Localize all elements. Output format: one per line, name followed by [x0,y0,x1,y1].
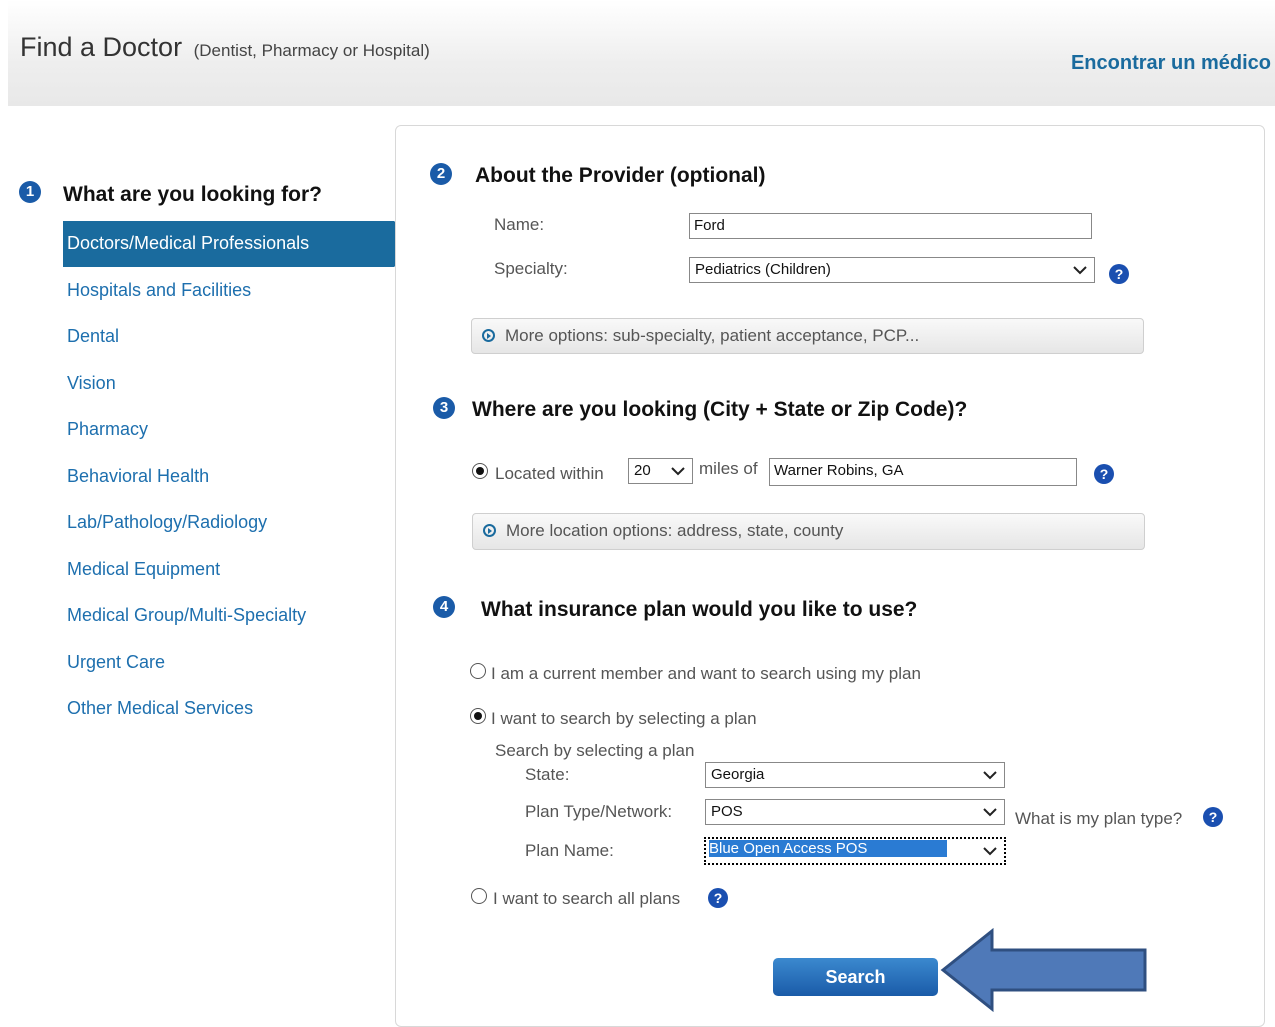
location-input[interactable]: Warner Robins, GA [769,458,1077,486]
all-plans-label: I want to search all plans [493,889,681,908]
category-doctors-medical-professionals[interactable]: Doctors/Medical Professionals [63,221,394,267]
miles-of-label: miles of [699,459,758,478]
specialty-label: Specialty: [494,259,568,278]
located-within-label: Located within [495,464,604,483]
search-button[interactable]: Search [773,958,938,996]
chevron-down-icon [670,461,686,485]
step-4-title: What insurance plan would you like to us… [481,598,918,621]
left-arrow-icon [940,928,1147,1012]
more-provider-options-label: More options: sub-specialty, patient acc… [505,326,920,345]
step-1-title: What are you looking for? [63,183,323,206]
provider-name-label: Name: [494,215,545,234]
chevron-down-icon [982,841,998,865]
step-3-badge: 3 [433,397,455,419]
step-2-title: About the Provider (optional) [475,164,766,187]
category-pharmacy[interactable]: Pharmacy [67,419,148,440]
select-plan-label: I want to search by selecting a plan [491,709,757,728]
expand-arrow-icon [483,524,496,537]
more-provider-options-toggle[interactable]: More options: sub-specialty, patient acc… [471,318,1144,354]
plan-type-select[interactable]: POS [705,799,1005,825]
specialty-select-value: Pediatrics (Children) [695,261,831,278]
step-3-title: Where are you looking (City + State or Z… [472,398,968,421]
category-dental[interactable]: Dental [67,326,119,347]
chevron-down-icon [982,802,998,826]
step-1-badge: 1 [19,181,41,203]
specialty-select[interactable]: Pediatrics (Children) [689,257,1095,283]
state-select[interactable]: Georgia [705,762,1005,788]
miles-select[interactable]: 20 [628,458,693,484]
all-plans-radio[interactable] [471,888,487,904]
specialty-help-icon[interactable]: ? [1109,264,1129,284]
expand-arrow-icon [482,329,495,342]
chevron-down-icon [982,765,998,789]
current-member-radio[interactable] [470,663,486,679]
select-plan-radio[interactable] [470,708,486,724]
page-title: Find a Doctor (Dentist, Pharmacy or Hosp… [20,32,430,63]
chevron-down-icon [1072,260,1088,284]
step-4-badge: 4 [433,596,455,618]
provider-name-input[interactable]: Ford [689,213,1092,239]
category-medical-group[interactable]: Medical Group/Multi-Specialty [67,605,306,626]
category-behavioral-health[interactable]: Behavioral Health [67,466,209,487]
plan-type-label: Plan Type/Network: [525,802,673,821]
select-plan-heading: Search by selecting a plan [495,741,695,760]
plan-type-help-link[interactable]: What is my plan type? [1015,809,1182,829]
state-label: State: [525,765,570,784]
current-member-label: I am a current member and want to search… [491,664,921,683]
step-2-badge: 2 [430,163,452,185]
category-medical-equipment[interactable]: Medical Equipment [67,559,220,580]
page-title-text: Find a Doctor [20,32,183,62]
category-hospitals-facilities[interactable]: Hospitals and Facilities [67,280,251,301]
state-select-value: Georgia [711,766,765,783]
location-help-icon[interactable]: ? [1094,464,1114,484]
plan-type-help-icon[interactable]: ? [1203,807,1223,827]
plan-name-select-value: Blue Open Access POS [709,840,948,857]
miles-select-value: 20 [634,462,651,479]
category-vision[interactable]: Vision [67,373,116,394]
spanish-language-link[interactable]: Encontrar un médico [1071,52,1271,75]
page-header: Find a Doctor (Dentist, Pharmacy or Hosp… [8,0,1275,106]
all-plans-help-icon[interactable]: ? [708,888,728,908]
plan-name-select[interactable]: Blue Open Access POS [704,837,1006,865]
page-subtitle: (Dentist, Pharmacy or Hospital) [193,41,430,60]
category-urgent-care[interactable]: Urgent Care [67,652,165,673]
category-lab-pathology-radiology[interactable]: Lab/Pathology/Radiology [67,512,267,533]
more-location-options-label: More location options: address, state, c… [506,521,844,540]
plan-name-label: Plan Name: [525,841,614,860]
plan-type-select-value: POS [711,803,743,820]
category-label: Doctors/Medical Professionals [67,233,310,253]
category-other-medical-services[interactable]: Other Medical Services [67,698,253,719]
located-within-radio[interactable] [472,463,488,479]
more-location-options-toggle[interactable]: More location options: address, state, c… [472,513,1145,550]
